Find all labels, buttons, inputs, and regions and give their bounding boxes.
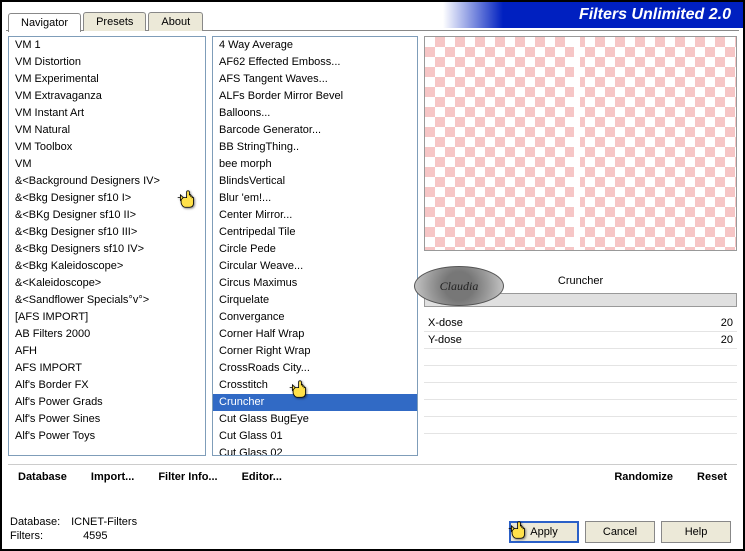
list-item[interactable]: VM Toolbox [9, 139, 205, 156]
list-item[interactable]: Alf's Power Grads [9, 394, 205, 411]
param-value: 20 [721, 334, 733, 346]
list-item[interactable]: [AFS IMPORT] [9, 309, 205, 326]
main-area: VM 1VM DistortionVM ExperimentalVM Extra… [8, 36, 737, 489]
list-item[interactable]: Cut Glass 01 [213, 428, 417, 445]
tab-about[interactable]: About [148, 12, 203, 31]
list-item[interactable]: CrossRoads City... [213, 360, 417, 377]
list-item[interactable]: ALFs Border Mirror Bevel [213, 88, 417, 105]
list-item[interactable]: bee morph [213, 156, 417, 173]
parameter-row-empty [424, 400, 737, 417]
tab-presets[interactable]: Presets [83, 12, 146, 31]
list-item[interactable]: Convergance [213, 309, 417, 326]
list-item[interactable]: &<Kaleidoscope> [9, 275, 205, 292]
list-item[interactable]: &<Sandflower Specials°v°> [9, 292, 205, 309]
right-panel: Claudia Cruncher X-dose20Y-dose20 [424, 36, 737, 489]
list-item[interactable]: &<Bkg Designers sf10 IV> [9, 241, 205, 258]
list-item[interactable]: Balloons... [213, 105, 417, 122]
list-item[interactable]: AF62 Effected Emboss... [213, 54, 417, 71]
list-item[interactable]: AB Filters 2000 [9, 326, 205, 343]
list-item[interactable]: Circle Pede [213, 241, 417, 258]
parameter-row[interactable]: X-dose 20 [424, 315, 737, 332]
list-item[interactable]: Center Mirror... [213, 207, 417, 224]
list-item[interactable]: Centripedal Tile [213, 224, 417, 241]
import-button[interactable]: Import... [91, 471, 134, 483]
list-item[interactable]: AFH [9, 343, 205, 360]
list-item[interactable]: Cut Glass 02 [213, 445, 417, 456]
list-item[interactable]: Cirquelate [213, 292, 417, 309]
tab-navigator[interactable]: Navigator [8, 13, 81, 32]
param-name: X-dose [428, 317, 463, 329]
list-item[interactable]: Corner Half Wrap [213, 326, 417, 343]
parameter-row-empty [424, 383, 737, 400]
filter-info-button[interactable]: Filter Info... [158, 471, 217, 483]
list-item[interactable]: VM Instant Art [9, 105, 205, 122]
list-item[interactable]: VM 1 [9, 37, 205, 54]
apply-button[interactable]: Apply [509, 521, 579, 543]
database-value: ICNET-Filters [71, 516, 137, 528]
filters-value: 4595 [71, 530, 107, 542]
parameter-row-empty [424, 349, 737, 366]
list-item[interactable]: VM Experimental [9, 71, 205, 88]
reset-button[interactable]: Reset [697, 471, 727, 483]
filter-list[interactable]: 4 Way AverageAF62 Effected Emboss...AFS … [212, 36, 418, 456]
database-button[interactable]: Database [18, 471, 67, 483]
list-item[interactable]: VM Distortion [9, 54, 205, 71]
list-item[interactable]: Corner Right Wrap [213, 343, 417, 360]
list-item[interactable]: Cut Glass BugEye [213, 411, 417, 428]
list-item[interactable]: Alf's Border FX [9, 377, 205, 394]
list-item[interactable]: &<Bkg Designer sf10 I> [9, 190, 205, 207]
parameter-row-empty [424, 417, 737, 434]
filters-label: Filters: [10, 529, 68, 543]
tab-bar: Navigator Presets About [8, 12, 205, 31]
list-item[interactable]: Barcode Generator... [213, 122, 417, 139]
param-value: 20 [721, 317, 733, 329]
list-item[interactable]: Cruncher [213, 394, 417, 411]
database-label: Database: [10, 515, 68, 529]
list-item[interactable]: 4 Way Average [213, 37, 417, 54]
parameter-row[interactable]: Y-dose 20 [424, 332, 737, 349]
parameter-row-empty [424, 366, 737, 383]
toolbar: Database Import... Filter Info... Editor… [8, 464, 737, 489]
category-list[interactable]: VM 1VM DistortionVM ExperimentalVM Extra… [8, 36, 206, 456]
list-item[interactable]: AFS Tangent Waves... [213, 71, 417, 88]
help-button[interactable]: Help [661, 521, 731, 543]
list-item[interactable]: Blur 'em!... [213, 190, 417, 207]
list-item[interactable]: Alf's Power Toys [9, 428, 205, 445]
list-item[interactable]: VM Extravaganza [9, 88, 205, 105]
preview-area [424, 36, 737, 251]
app-title: Filters Unlimited 2.0 [443, 2, 743, 28]
param-name: Y-dose [428, 334, 462, 346]
list-item[interactable]: BB StringThing.. [213, 139, 417, 156]
list-item[interactable]: &<BKg Designer sf10 II> [9, 207, 205, 224]
watermark-badge: Claudia [414, 266, 504, 306]
list-item[interactable]: Crosstitch [213, 377, 417, 394]
randomize-button[interactable]: Randomize [614, 471, 673, 483]
list-item[interactable]: VM Natural [9, 122, 205, 139]
footer-buttons: Apply Cancel Help [509, 521, 731, 543]
list-item[interactable]: Circus Maximus [213, 275, 417, 292]
cancel-button[interactable]: Cancel [585, 521, 655, 543]
editor-button[interactable]: Editor... [242, 471, 282, 483]
list-item[interactable]: &<Bkg Designer sf10 III> [9, 224, 205, 241]
footer: Database: ICNET-Filters Filters: 4595 Ap… [10, 515, 735, 543]
list-item[interactable]: Alf's Power Sines [9, 411, 205, 428]
parameters-panel: X-dose 20 Y-dose 20 [424, 315, 737, 434]
list-item[interactable]: AFS IMPORT [9, 360, 205, 377]
list-item[interactable]: BlindsVertical [213, 173, 417, 190]
list-item[interactable]: VM [9, 156, 205, 173]
list-item[interactable]: &<Background Designers IV> [9, 173, 205, 190]
list-item[interactable]: Circular Weave... [213, 258, 417, 275]
list-item[interactable]: &<Bkg Kaleidoscope> [9, 258, 205, 275]
